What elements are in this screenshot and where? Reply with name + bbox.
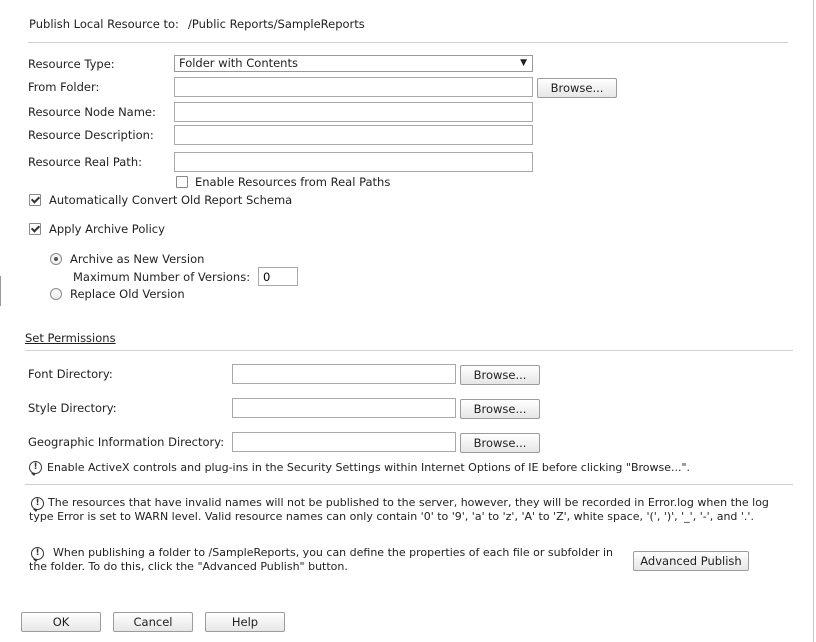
invalid-names-note: The resources that have invalid names wi… [29,496,769,523]
archive-new-version-label: Archive as New Version [70,252,205,266]
publish-target-label: Publish Local Resource to: [29,17,179,31]
description-label: Resource Description: [28,128,154,142]
auto-convert-checkbox[interactable] [29,194,41,206]
font-directory-input[interactable] [232,364,456,384]
advanced-publish-button[interactable]: Advanced Publish [633,551,749,571]
set-permissions-link[interactable]: Set Permissions [25,331,116,345]
resource-type-select[interactable]: Folder with Contents ▼ [174,55,533,72]
style-directory-browse-button[interactable]: Browse... [460,399,540,419]
info-icon: ! [29,461,42,476]
window-edge-mark [0,276,1,306]
cancel-button[interactable]: Cancel [113,612,193,632]
resource-type-value: Folder with Contents [179,56,298,70]
ok-button[interactable]: OK [21,612,101,632]
node-name-input[interactable] [174,102,533,122]
archive-policy-checkbox[interactable] [29,223,41,235]
archive-policy-label: Apply Archive Policy [49,222,165,236]
publish-target-path: /Public Reports/SampleReports [188,17,365,31]
from-folder-browse-button[interactable]: Browse... [537,78,617,98]
geo-directory-browse-button[interactable]: Browse... [460,433,540,453]
notes-divider [25,484,793,485]
style-directory-input[interactable] [232,398,456,418]
real-path-input[interactable] [174,152,533,172]
description-input[interactable] [174,125,533,145]
style-directory-label: Style Directory: [28,401,117,415]
advanced-publish-note: When publishing a folder to /SampleRepor… [29,546,614,573]
header-divider [28,42,788,43]
archive-new-version-radio[interactable] [50,253,62,265]
real-path-label: Resource Real Path: [28,155,142,169]
activex-note: Enable ActiveX controls and plug-ins in … [47,461,691,474]
replace-old-version-radio[interactable] [50,288,62,300]
font-directory-browse-button[interactable]: Browse... [460,365,540,385]
from-folder-label: From Folder: [28,80,100,94]
font-directory-label: Font Directory: [28,367,113,381]
dropdown-arrow-icon: ▼ [520,58,527,68]
node-name-label: Resource Node Name: [28,105,156,119]
max-versions-input[interactable] [258,267,298,286]
geo-directory-input[interactable] [232,432,456,452]
help-button[interactable]: Help [205,612,285,632]
replace-old-version-label: Replace Old Version [70,287,185,301]
enable-real-paths-checkbox[interactable] [176,176,188,188]
enable-real-paths-label: Enable Resources from Real Paths [195,175,391,189]
permissions-divider [25,350,793,351]
resource-type-label: Resource Type: [28,57,115,71]
max-versions-label: Maximum Number of Versions: [73,270,251,284]
dialog-right-border [813,0,814,642]
from-folder-input[interactable] [174,77,533,97]
geo-directory-label: Geographic Information Directory: [28,435,225,449]
auto-convert-label: Automatically Convert Old Report Schema [49,193,293,207]
